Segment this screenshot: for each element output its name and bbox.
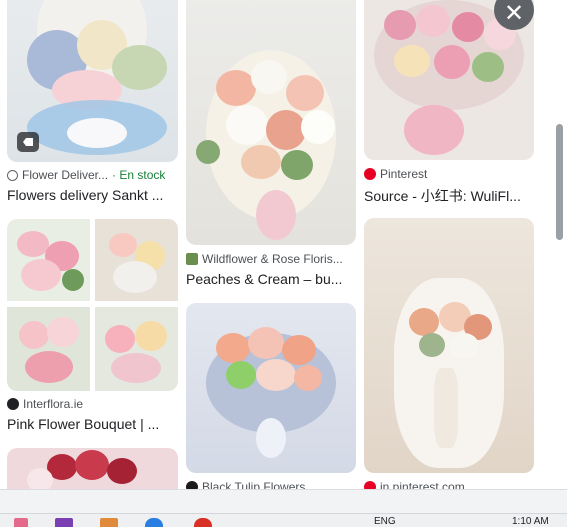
result-source-label: Black Tulip Flowers <box>202 480 306 489</box>
pinterest-icon <box>364 168 376 180</box>
result-source[interactable]: in.pinterest.com <box>364 480 465 489</box>
site-favicon-icon <box>7 169 18 181</box>
result-image-pink-bouquet[interactable] <box>7 219 178 391</box>
result-image-black-tulip[interactable] <box>186 303 356 473</box>
tag-icon <box>17 132 39 152</box>
result-source[interactable]: Wildflower & Rose Floris... <box>186 252 343 266</box>
image-results-grid: Flower Deliver... · En stock Flowers del… <box>0 0 567 489</box>
result-source[interactable]: Flower Deliver... · En stock <box>7 168 165 182</box>
panel-bottom-edge <box>0 489 567 513</box>
result-caption[interactable]: Source - 小红书: WuliFl... <box>364 186 532 206</box>
clock[interactable]: 1:10 AM <box>512 516 549 527</box>
result-caption[interactable]: Pink Flower Bouquet | ... <box>7 416 175 432</box>
pinterest-icon <box>364 481 376 489</box>
result-source-label: Flower Deliver... <box>22 168 109 182</box>
result-image-white-wrap-bouquet[interactable] <box>364 218 534 473</box>
site-favicon-icon <box>186 253 198 265</box>
site-favicon-icon <box>7 398 19 410</box>
result-image-flower-delivery[interactable] <box>7 0 178 162</box>
scrollbar-thumb[interactable] <box>556 124 563 240</box>
result-image-partial[interactable] <box>7 448 178 489</box>
result-source-label: Pinterest <box>380 167 428 181</box>
result-source-label: Wildflower & Rose Floris... <box>202 252 343 266</box>
app-edge-icon[interactable] <box>145 518 163 527</box>
result-caption[interactable]: Peaches & Cream – bu... <box>186 271 354 287</box>
app-folder-icon[interactable] <box>100 518 118 527</box>
result-source[interactable]: Interflora.ie <box>7 397 83 411</box>
taskbar: ENG 1:10 AM <box>0 513 567 527</box>
result-source[interactable]: Pinterest <box>364 167 427 181</box>
language-indicator[interactable]: ENG <box>374 516 396 527</box>
result-caption[interactable]: Flowers delivery Sankt ... <box>7 187 175 203</box>
app-chrome-icon[interactable] <box>194 518 212 527</box>
stock-status: · En stock <box>112 168 166 182</box>
result-source-label: Interflora.ie <box>23 397 84 411</box>
result-image-peaches-cream[interactable] <box>186 0 356 245</box>
result-source[interactable]: Black Tulip Flowers <box>186 480 305 489</box>
app-purple-icon[interactable] <box>55 518 73 527</box>
result-source-label: in.pinterest.com <box>380 480 465 489</box>
site-favicon-icon <box>186 481 198 489</box>
app-pen-icon[interactable] <box>14 518 28 527</box>
